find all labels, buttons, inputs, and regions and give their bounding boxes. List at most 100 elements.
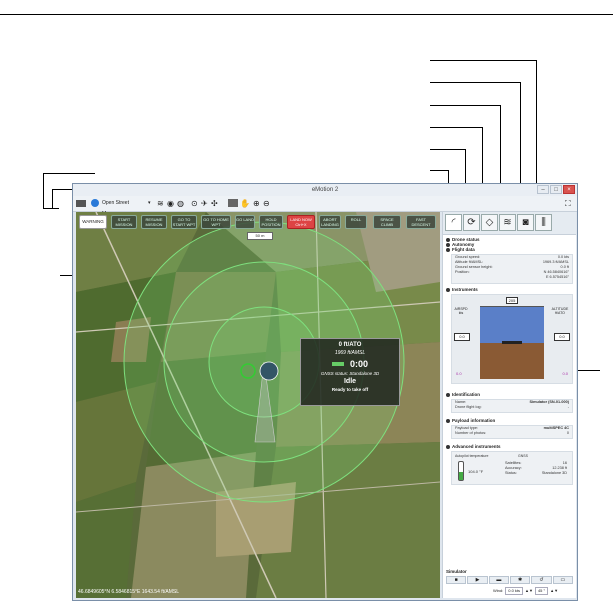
go-land-button[interactable]: GO LAND <box>235 215 255 229</box>
window-title: eMotion 2 <box>311 187 339 193</box>
tab-area-mission[interactable]: ◇ <box>481 214 498 231</box>
map-toolbar: Open Street Maps ▾ ≋ ◉ ◍ ⊙ ✈ ✣ ✋ ⊕ ⊖ ⛶ <box>73 196 577 217</box>
map-source-select[interactable]: Open Street Maps <box>102 198 142 217</box>
instrument-panel: AIRSPD kts ALTITUDE ft/ATO 205 0.0 0.0 0… <box>451 294 573 384</box>
map-scale: 50 m <box>247 232 273 240</box>
zoom-out-icon[interactable]: ⊖ <box>263 198 271 209</box>
ready-message: Ready to take off <box>331 387 369 392</box>
planning-cycle-icon: ⟳ <box>467 217 476 228</box>
gnss-title: GNSS <box>518 454 528 458</box>
battery-sim-icon[interactable]: ▭ <box>552 576 573 584</box>
autopilot-temp-label: Autopilot temperature <box>455 454 489 458</box>
payload-box: Payload type: multiSPEC 4C Number of phot… <box>451 425 573 439</box>
wind-speed-input[interactable]: 0.0 kts <box>505 587 524 595</box>
camera-icon: ◙ <box>522 217 529 228</box>
hold-position-button[interactable]: HOLD POSITION <box>259 215 283 229</box>
airspeed-label: AIRSPD kts <box>454 307 468 315</box>
go-to-home-wpt-button[interactable]: GO TO HOME WPT <box>201 215 231 229</box>
layers-icon[interactable]: ≋ <box>157 198 165 209</box>
globe-view-icon[interactable]: ◍ <box>177 198 185 209</box>
battery-icon <box>331 362 344 366</box>
flight-data-box: Ground speed: 0.0 kts Altitude ft/AMSL: 19… <box>451 254 573 284</box>
status-box: 0 ft/ATO 1969 ft/AMSL 0:00 GNSS status: … <box>300 338 400 406</box>
altitude-value: 0.0 <box>554 333 570 341</box>
title-bar: eMotion 2 – □ × <box>73 184 577 196</box>
globe-icon <box>91 199 99 207</box>
section-instruments[interactable]: Instruments <box>446 287 478 292</box>
attitude-ground <box>480 343 544 379</box>
app-window: eMotion 2 – □ × Open Street Maps ▾ ≋ ◉ ◍… <box>72 183 578 601</box>
save-icon[interactable] <box>76 200 86 207</box>
play-button[interactable]: ▶ <box>467 576 488 584</box>
tab-mission-blocks[interactable]: ≋ <box>499 214 516 231</box>
identification-box: Name: Simulator (SN-01-000) Drone flight … <box>451 399 573 413</box>
maximize-button[interactable]: □ <box>550 185 562 194</box>
cursor-coordinates: 46.6849605°N 6.5846815°E 1643.54 ft/AMSL <box>78 589 180 595</box>
close-button[interactable]: × <box>563 185 575 194</box>
drone-state: Idle <box>343 378 357 385</box>
dropdown-arrow-icon[interactable]: ▾ <box>148 198 156 209</box>
wind-direction-stepper[interactable]: ▲▼ <box>550 587 558 595</box>
altitude-msl: 1969 ft/AMSL <box>334 350 366 356</box>
altitude-ato: 0 ft/ATO <box>338 342 362 348</box>
drone-icon[interactable]: ✈ <box>201 198 209 209</box>
section-payload-information[interactable]: Payload information <box>446 418 495 423</box>
autopilot-temp-value: 104.0 °F <box>468 469 484 474</box>
layers-stack-icon: ≋ <box>503 217 512 228</box>
start-mission-button[interactable]: START MISSION <box>111 215 137 229</box>
airspeed-bottom-value: 0.0 <box>456 371 462 376</box>
land-now-button[interactable]: LAND NOW Ctrl+X <box>287 215 315 229</box>
gnss-info: Satellites: 16 Accuracy: 12.238 ft Status:… <box>502 461 570 476</box>
fullscreen-icon[interactable]: ⛶ <box>565 198 575 209</box>
resume-mission-button[interactable]: RESUME MISSION <box>141 215 167 229</box>
panel-tabs: ◜ ⟳ ◇ ≋ ◙ ⫼ <box>443 212 576 235</box>
aircraft-symbol <box>502 341 522 344</box>
flight-timer: 0:00 <box>349 359 368 369</box>
identification-row: Drone flight log: - <box>455 405 569 409</box>
wind-speed-stepper[interactable]: ▲▼ <box>525 587 533 595</box>
terrain-icon[interactable]: ◉ <box>167 198 175 209</box>
tab-flight-planning[interactable]: ⟳ <box>463 214 480 231</box>
flight-monitor-icon: ◜ <box>451 217 456 228</box>
zoom-in-icon[interactable]: ⊕ <box>253 198 261 209</box>
altitude-label: ALTITUDE ft/ATO <box>551 307 569 315</box>
abort-landing-button[interactable]: ABORT LANDING <box>319 215 341 229</box>
sliders-icon: ⫼ <box>541 217 546 228</box>
attitude-sky <box>480 307 544 343</box>
gnss-status: GNSS status: Standalone 3D <box>320 371 380 376</box>
side-panel: ◜ ⟳ ◇ ≋ ◙ ⫼ Drone status Autonomy Flight… <box>442 212 576 598</box>
hand-pan-icon[interactable]: ✋ <box>240 198 250 209</box>
thermometer-icon <box>458 461 464 481</box>
gnss-row: Status: Standalone 3D <box>505 471 567 475</box>
wind-label: Wind: <box>493 588 504 593</box>
airspeed-value: 0.0 <box>454 333 470 341</box>
go-to-start-wpt-button[interactable]: GO TO START WPT <box>171 215 197 229</box>
flight-data-row: E 6.5754516° <box>545 275 569 279</box>
window-controls: – □ × <box>537 185 575 194</box>
wind-direction-input[interactable]: 45 ° <box>534 587 549 595</box>
heading-tape: 205 <box>480 296 544 307</box>
payload-row: Number of photos: 0 <box>455 431 569 435</box>
simulator-controls: ■ ▶ ▬ ✱ ↺ ▭ <box>446 576 573 584</box>
section-advanced-instruments[interactable]: Advanced instruments <box>446 444 501 449</box>
section-identification[interactable]: Identification <box>446 392 480 397</box>
roll-button[interactable]: ROLL <box>345 215 367 229</box>
pause-button[interactable]: ▬ <box>488 576 509 584</box>
tab-flight-monitoring[interactable]: ◜ <box>445 214 462 231</box>
warning-button[interactable]: WARNING <box>79 215 107 229</box>
compass-icon[interactable]: ✣ <box>211 198 219 209</box>
settings-icon[interactable]: ✱ <box>509 576 531 584</box>
reset-button[interactable]: ↺ <box>531 576 552 584</box>
space-climb-button[interactable]: SPACE CLIMB <box>373 215 401 229</box>
stop-button[interactable]: ■ <box>446 576 467 584</box>
wind-controls: Wind: 0.0 kts ▲▼ 45 ° ▲▼ <box>493 587 573 595</box>
area-diamond-icon: ◇ <box>485 217 494 228</box>
section-flight-data[interactable]: Flight data <box>446 247 475 252</box>
measure-icon[interactable] <box>228 199 238 207</box>
tab-settings[interactable]: ⫼ <box>535 214 552 231</box>
minimize-button[interactable]: – <box>537 185 549 194</box>
map-view[interactable]: WARNING START MISSION RESUME MISSION GO … <box>76 212 440 598</box>
tab-camera[interactable]: ◙ <box>517 214 534 231</box>
fast-descent-button[interactable]: FAST DESCENT <box>406 215 436 229</box>
home-point-icon[interactable]: ⊙ <box>191 198 199 209</box>
